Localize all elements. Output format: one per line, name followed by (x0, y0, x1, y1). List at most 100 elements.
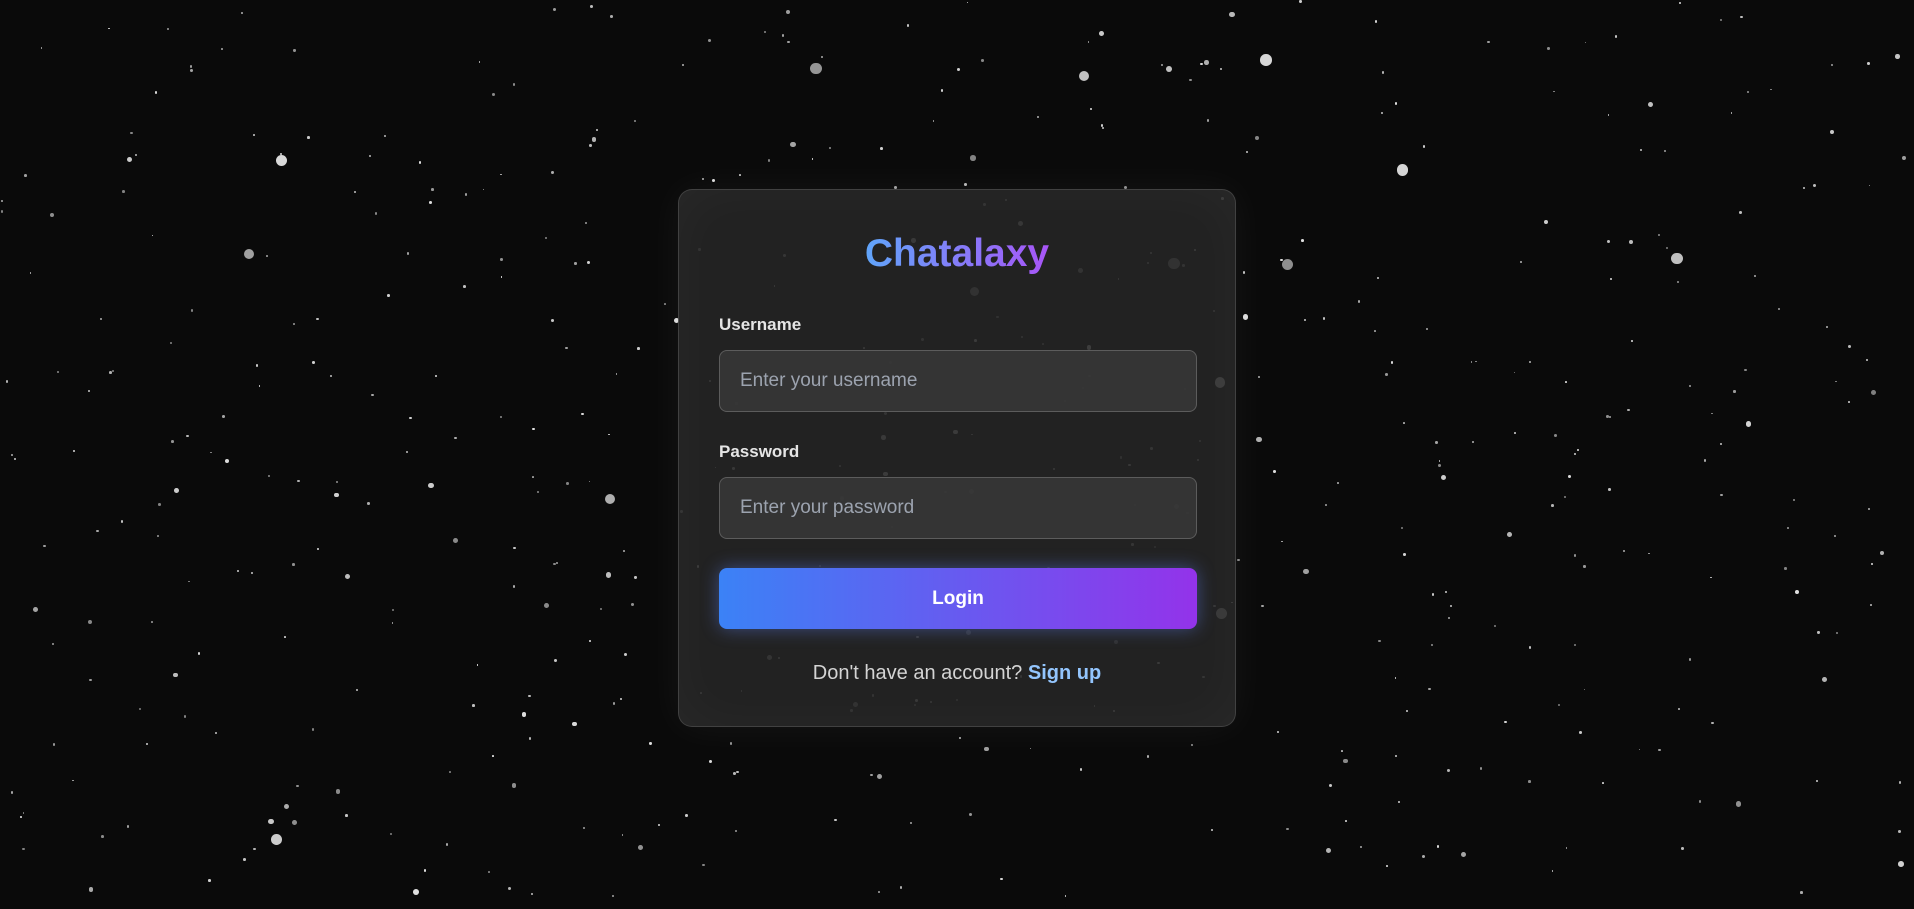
star (1064, 894, 1067, 897)
star (702, 178, 705, 181)
star (702, 863, 705, 867)
star (454, 436, 457, 440)
star (528, 737, 532, 740)
star (1381, 111, 1384, 114)
star (958, 736, 961, 739)
star (316, 317, 319, 321)
star (964, 182, 967, 186)
star (1479, 767, 1483, 770)
star (684, 814, 688, 817)
star (100, 318, 103, 321)
star (369, 154, 372, 158)
star (681, 63, 684, 66)
star (190, 309, 193, 312)
star (88, 887, 94, 892)
star (634, 576, 637, 579)
star (1441, 475, 1447, 481)
star (1090, 107, 1093, 111)
star (1036, 116, 1039, 118)
star (588, 480, 591, 483)
star (1578, 731, 1582, 734)
star (1608, 487, 1611, 491)
signup-link[interactable]: Sign up (1028, 662, 1101, 684)
star (605, 493, 616, 505)
star (499, 173, 502, 176)
star (1470, 361, 1473, 363)
star (649, 742, 652, 745)
star (353, 190, 356, 193)
star (13, 457, 17, 461)
star (1203, 60, 1209, 65)
star (1895, 54, 1900, 59)
star (1577, 449, 1580, 451)
star (910, 821, 913, 824)
star (1784, 567, 1787, 570)
star (583, 826, 586, 829)
star (1868, 184, 1871, 187)
star (1378, 639, 1381, 642)
star (276, 154, 288, 166)
star (1898, 861, 1904, 867)
star (409, 416, 412, 420)
star (112, 370, 114, 373)
star (1658, 748, 1661, 752)
star (1676, 280, 1679, 283)
star (736, 770, 740, 774)
star (532, 427, 535, 431)
star (462, 285, 466, 288)
star (1190, 743, 1193, 746)
star (189, 69, 193, 73)
star (1733, 390, 1736, 393)
star (1568, 475, 1572, 479)
star (1631, 340, 1634, 343)
star (19, 816, 22, 819)
star (171, 440, 175, 444)
star (1431, 592, 1435, 596)
star (492, 93, 496, 96)
star (1688, 658, 1692, 661)
username-label: Username (719, 315, 802, 334)
star (1494, 625, 1497, 628)
star (730, 742, 733, 745)
username-input[interactable] (719, 350, 1197, 412)
star (1401, 527, 1404, 530)
star (52, 743, 56, 746)
star (431, 188, 434, 191)
star (109, 371, 113, 375)
star (1825, 326, 1828, 328)
star (1552, 90, 1555, 93)
star (1329, 784, 1332, 788)
star (1100, 124, 1104, 127)
star (739, 174, 741, 176)
star (1608, 416, 1611, 419)
login-button[interactable]: Login (719, 568, 1197, 629)
star (1237, 558, 1241, 562)
star (108, 27, 110, 30)
star (552, 8, 556, 12)
star (336, 480, 339, 483)
star (1803, 186, 1806, 189)
star (1677, 708, 1680, 711)
star (528, 694, 532, 698)
star (0, 210, 3, 213)
star (482, 188, 485, 191)
star (1698, 799, 1702, 803)
star (581, 412, 584, 416)
star (637, 347, 640, 350)
star (1607, 114, 1610, 116)
password-label: Password (719, 442, 800, 461)
star (169, 342, 172, 344)
star (488, 870, 490, 873)
star (434, 374, 438, 378)
star (1551, 504, 1555, 507)
star (565, 346, 568, 350)
star (1830, 129, 1835, 134)
star (1623, 550, 1626, 553)
star (445, 843, 449, 847)
star (355, 688, 359, 691)
star (1719, 18, 1722, 21)
star (1614, 35, 1618, 38)
password-input[interactable] (719, 477, 1197, 539)
star (366, 501, 370, 505)
star (810, 62, 822, 75)
